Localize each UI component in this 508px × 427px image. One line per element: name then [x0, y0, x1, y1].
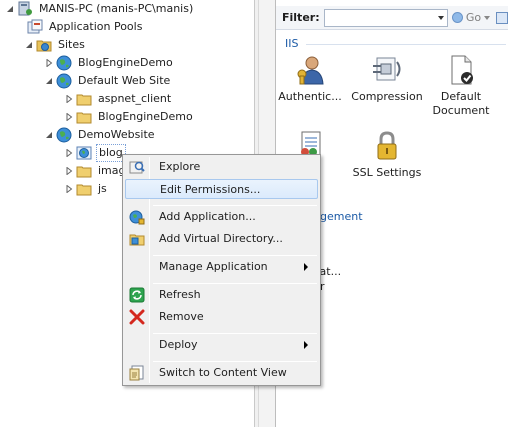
collapse-arrow-icon[interactable]	[24, 41, 33, 50]
folder-label: js	[98, 182, 107, 195]
feature-ssl-settings[interactable]: SSL Settings	[345, 130, 429, 180]
feature-compression[interactable]: Compression	[345, 54, 429, 104]
tree-node-demowebsite[interactable]: DemoWebsite	[44, 126, 157, 144]
menu-item-explore[interactable]: Explore	[125, 157, 318, 177]
server-label: MANIS-PC (manis-PC\manis)	[39, 2, 194, 15]
server-icon	[17, 1, 33, 17]
authentication-icon	[294, 54, 326, 86]
folder-label: BlogEngineDemo	[98, 110, 193, 123]
menu-separator	[153, 255, 317, 256]
tree-node-sites[interactable]: Sites	[24, 36, 87, 54]
expand-arrow-icon[interactable]	[64, 185, 73, 194]
group-divider	[306, 44, 506, 45]
tree-node-blogengine-site[interactable]: BlogEngineDemo	[44, 54, 175, 72]
refresh-icon	[129, 287, 145, 303]
folder-icon	[76, 163, 92, 179]
globe-icon	[56, 127, 72, 143]
feature-label: Compression	[351, 90, 423, 103]
filter-label: Filter:	[282, 11, 320, 24]
menu-item-label: Refresh	[159, 288, 201, 301]
menu-separator	[153, 283, 317, 284]
menu-item-refresh[interactable]: Refresh	[125, 285, 318, 305]
menu-item-label: Add Application...	[159, 210, 256, 223]
tree-node-blog[interactable]: blog	[64, 144, 126, 162]
menu-separator	[153, 205, 317, 206]
compression-icon	[371, 54, 403, 86]
menu-item-label: Explore	[159, 160, 201, 173]
management-group-heading: gement	[320, 210, 363, 223]
feature-label: SSL Settings	[352, 166, 422, 179]
feature-default-document[interactable]: Default Document	[419, 54, 503, 118]
menu-item-remove[interactable]: Remove	[125, 307, 318, 327]
go-label: Go	[465, 11, 482, 24]
iis-group-heading: IIS	[285, 37, 299, 50]
submenu-arrow-icon	[304, 263, 308, 271]
add-virtual-directory-icon	[129, 231, 145, 247]
tree-node-aspnet-client[interactable]: aspnet_client	[64, 90, 173, 108]
add-application-icon	[129, 209, 145, 225]
expand-arrow-icon[interactable]	[64, 149, 73, 158]
expand-arrow-icon[interactable]	[64, 95, 73, 104]
collapse-arrow-icon[interactable]	[5, 5, 14, 14]
go-icon	[451, 12, 463, 23]
menu-separator	[153, 361, 317, 362]
menu-item-deploy[interactable]: Deploy	[125, 335, 318, 355]
feature-authentication[interactable]: Authentic...	[268, 54, 352, 104]
feature-label: Authentic...	[278, 90, 342, 103]
remove-x-icon	[129, 309, 145, 325]
menu-item-label: Switch to Content View	[159, 366, 287, 379]
collapse-arrow-icon[interactable]	[44, 131, 53, 140]
app-pools-icon	[27, 19, 43, 35]
explore-icon	[129, 159, 145, 175]
context-menu: Explore Edit Permissions... Add Applicat…	[122, 154, 321, 386]
folder-icon	[76, 109, 92, 125]
feature-label-text: Default Document	[432, 90, 490, 117]
filter-input[interactable]	[323, 8, 448, 27]
menu-item-label: Deploy	[159, 338, 198, 351]
app-pools-label: Application Pools	[49, 20, 143, 33]
menu-item-label: Remove	[159, 310, 204, 323]
tree-node-blogengine-app[interactable]: BlogEngineDemo	[64, 108, 195, 126]
menu-item-edit-permissions[interactable]: Edit Permissions...	[125, 179, 318, 199]
tree-node-default-site[interactable]: Default Web Site	[44, 72, 172, 90]
menu-item-label: Add Virtual Directory...	[159, 232, 283, 245]
menu-item-label: Edit Permissions...	[160, 183, 261, 196]
menu-item-add-virtual-directory[interactable]: Add Virtual Directory...	[125, 229, 318, 249]
menu-separator	[153, 333, 317, 334]
go-button[interactable]: Go	[451, 11, 491, 24]
tree-node-images[interactable]: imag	[64, 162, 128, 180]
lock-icon	[371, 130, 403, 162]
tree-node-js[interactable]: js	[64, 180, 109, 198]
menu-item-manage-application[interactable]: Manage Application	[125, 257, 318, 277]
default-document-icon	[445, 54, 477, 86]
folder-icon	[76, 181, 92, 197]
globe-icon	[56, 55, 72, 71]
menu-item-add-application[interactable]: Add Application...	[125, 207, 318, 227]
feature-label: Default Document	[419, 90, 503, 118]
tree-node-server[interactable]: MANIS-PC (manis-PC\manis)	[5, 0, 195, 18]
dropdown-arrow-icon[interactable]	[484, 15, 491, 20]
dropdown-arrow-icon[interactable]	[437, 15, 444, 20]
expand-arrow-icon[interactable]	[44, 59, 53, 68]
show-all-icon[interactable]	[496, 11, 508, 24]
collapse-arrow-icon[interactable]	[44, 77, 53, 86]
tree-node-app-pools[interactable]: Application Pools	[27, 18, 144, 36]
content-view-icon	[129, 365, 145, 381]
site-label: BlogEngineDemo	[78, 56, 173, 69]
menu-item-label: Manage Application	[159, 260, 268, 273]
site-label: Default Web Site	[78, 74, 171, 87]
expand-arrow-icon[interactable]	[64, 113, 73, 122]
submenu-arrow-icon	[304, 341, 308, 349]
globe-icon	[56, 73, 72, 89]
site-label: DemoWebsite	[78, 128, 155, 141]
menu-item-switch-content-view[interactable]: Switch to Content View	[125, 363, 318, 383]
sites-folder-icon	[36, 37, 52, 53]
folder-icon	[76, 91, 92, 107]
sites-label: Sites	[58, 38, 85, 51]
expand-arrow-icon[interactable]	[64, 167, 73, 176]
folder-label: aspnet_client	[98, 92, 172, 105]
web-application-icon	[76, 145, 92, 161]
filter-toolbar: Filter: Go	[276, 6, 508, 30]
